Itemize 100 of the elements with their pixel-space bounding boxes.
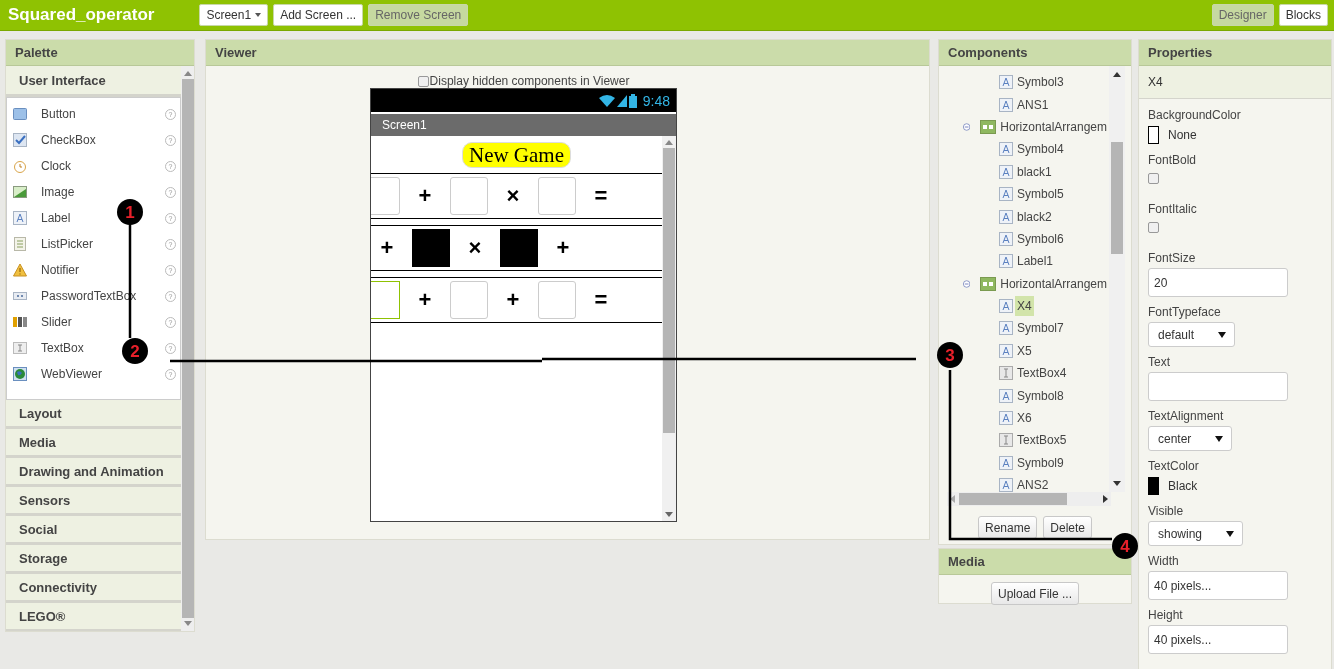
scroll-down-icon[interactable] — [1113, 481, 1121, 486]
tree-item[interactable]: X6 — [1015, 408, 1034, 429]
input-field[interactable] — [1148, 372, 1288, 401]
tree-item[interactable]: Symbol8 — [1015, 385, 1066, 406]
component-item[interactable]: TextBox — [41, 341, 84, 355]
component-action-button[interactable]: Rename — [977, 516, 1038, 539]
tree-item[interactable]: ANS1 — [1015, 94, 1051, 115]
clock-time: 9:48 — [642, 92, 670, 109]
label-icon — [999, 75, 1013, 90]
palette-category[interactable]: LEGO® — [6, 603, 181, 631]
tree-item[interactable]: Symbol9 — [1015, 452, 1066, 473]
text-box[interactable] — [371, 281, 400, 319]
palette-category[interactable]: Social — [6, 516, 181, 545]
tree-item[interactable]: black1 — [1015, 161, 1054, 182]
tree-item[interactable]: Symbol6 — [1015, 228, 1066, 249]
checkbox[interactable] — [1148, 222, 1159, 233]
panel-header: Viewer — [206, 40, 929, 66]
tree-item[interactable]: TextBox4 — [1015, 363, 1069, 384]
component-item[interactable]: Image — [41, 185, 75, 199]
tree-item[interactable]: X4 — [1015, 296, 1034, 317]
component-item[interactable]: CheckBox — [41, 133, 96, 147]
component-item[interactable]: Slider — [41, 315, 72, 329]
input-field[interactable]: 40 pixels... — [1148, 625, 1288, 654]
horizontal-scrollbar[interactable] — [947, 492, 1111, 506]
add-screen-button[interactable]: Add Screen ... — [273, 4, 364, 26]
tree-item[interactable]: X5 — [1015, 340, 1034, 361]
label-icon — [999, 231, 1013, 246]
tree-item[interactable]: HorizontalArrangem — [998, 116, 1109, 137]
palette-category[interactable]: Drawing and Animation — [6, 458, 181, 487]
caret-icon — [1215, 435, 1224, 442]
color-swatch[interactable] — [1148, 126, 1159, 144]
scroll-thumb[interactable] — [959, 493, 1067, 505]
dropdown[interactable]: default — [1148, 322, 1236, 347]
tree-item[interactable]: Symbol3 — [1015, 72, 1066, 93]
collapse-icon[interactable] — [963, 121, 971, 132]
scrollbar[interactable] — [662, 136, 676, 521]
input-field[interactable]: 20 — [1148, 268, 1288, 297]
operator-symbol: + — [418, 183, 432, 209]
dropdown[interactable]: showing — [1148, 521, 1244, 546]
scroll-down-icon[interactable] — [665, 512, 673, 517]
component-item[interactable]: WebViewer — [41, 367, 102, 381]
label-icon — [999, 299, 1013, 314]
mode-button[interactable]: Blocks — [1278, 4, 1328, 26]
tree-item[interactable]: Symbol5 — [1015, 184, 1066, 205]
checkbox[interactable] — [1148, 173, 1159, 184]
upload-file-button[interactable]: Upload File ... — [990, 582, 1079, 605]
tree-item[interactable]: ANS2 — [1015, 475, 1051, 492]
tree-item[interactable]: Label1 — [1015, 251, 1056, 272]
color-swatch[interactable] — [1148, 477, 1159, 495]
tree-item[interactable]: black2 — [1015, 206, 1054, 227]
text-box[interactable] — [538, 177, 576, 215]
scrollbar[interactable] — [1109, 66, 1125, 492]
input-field[interactable]: 40 pixels... — [1148, 571, 1288, 600]
component-item[interactable]: Clock — [41, 159, 71, 173]
component-action-button[interactable]: Delete — [1043, 516, 1092, 539]
operator-symbol: = — [594, 287, 608, 313]
tree-item[interactable]: TextBox5 — [1015, 430, 1069, 451]
palette-category[interactable]: Storage — [6, 545, 181, 574]
checkbox-label: Display hidden components in Viewer — [429, 74, 630, 88]
tree-item[interactable]: Symbol7 — [1015, 318, 1066, 339]
scroll-right-icon[interactable] — [1103, 495, 1108, 503]
arrangement-icon — [980, 276, 997, 291]
textbox-icon — [13, 341, 27, 355]
tree-item[interactable]: Symbol4 — [1015, 139, 1066, 160]
image-icon — [13, 185, 27, 199]
component-item[interactable]: Label — [41, 211, 71, 225]
component-item[interactable]: Button — [41, 107, 76, 121]
label-icon — [999, 209, 1013, 224]
new-game-button[interactable]: New Game — [461, 141, 571, 168]
component-item[interactable]: Notifier — [41, 263, 79, 277]
screen-dropdown[interactable]: Screen1 — [199, 4, 269, 26]
list-icon — [13, 237, 27, 251]
palette-category[interactable]: Media — [6, 429, 181, 458]
dropdown[interactable]: center — [1148, 426, 1233, 451]
palette-category[interactable]: Sensors — [6, 487, 181, 516]
palette-category[interactable]: Connectivity — [6, 574, 181, 603]
text-box[interactable] — [371, 177, 400, 215]
mode-button[interactable]: Designer — [1211, 4, 1274, 26]
scroll-up-icon[interactable] — [1113, 72, 1121, 77]
checkbox[interactable] — [417, 75, 429, 87]
palette-category[interactable]: Layout — [6, 400, 181, 429]
callout-marker: 1 — [117, 199, 143, 225]
scroll-thumb[interactable] — [1111, 142, 1123, 254]
collapse-icon[interactable] — [963, 278, 971, 289]
text-box[interactable] — [450, 281, 488, 319]
text-box[interactable] — [538, 281, 576, 319]
screen-title-bar: Screen1 — [371, 114, 676, 136]
palette-category[interactable]: User Interface — [6, 66, 181, 97]
scroll-thumb[interactable] — [663, 148, 675, 433]
label-icon — [999, 321, 1013, 336]
caret-icon — [255, 13, 262, 17]
tree-item[interactable]: HorizontalArrangem — [998, 273, 1109, 294]
scroll-left-icon[interactable] — [950, 495, 955, 503]
property-label: TextAlignment — [1148, 409, 1224, 423]
text-box[interactable] — [450, 177, 488, 215]
component-item[interactable]: ListPicker — [41, 237, 93, 251]
clock-icon — [13, 159, 27, 173]
color-value: Black — [1168, 479, 1198, 493]
arrangement-icon — [980, 119, 997, 134]
label-icon — [999, 254, 1013, 269]
